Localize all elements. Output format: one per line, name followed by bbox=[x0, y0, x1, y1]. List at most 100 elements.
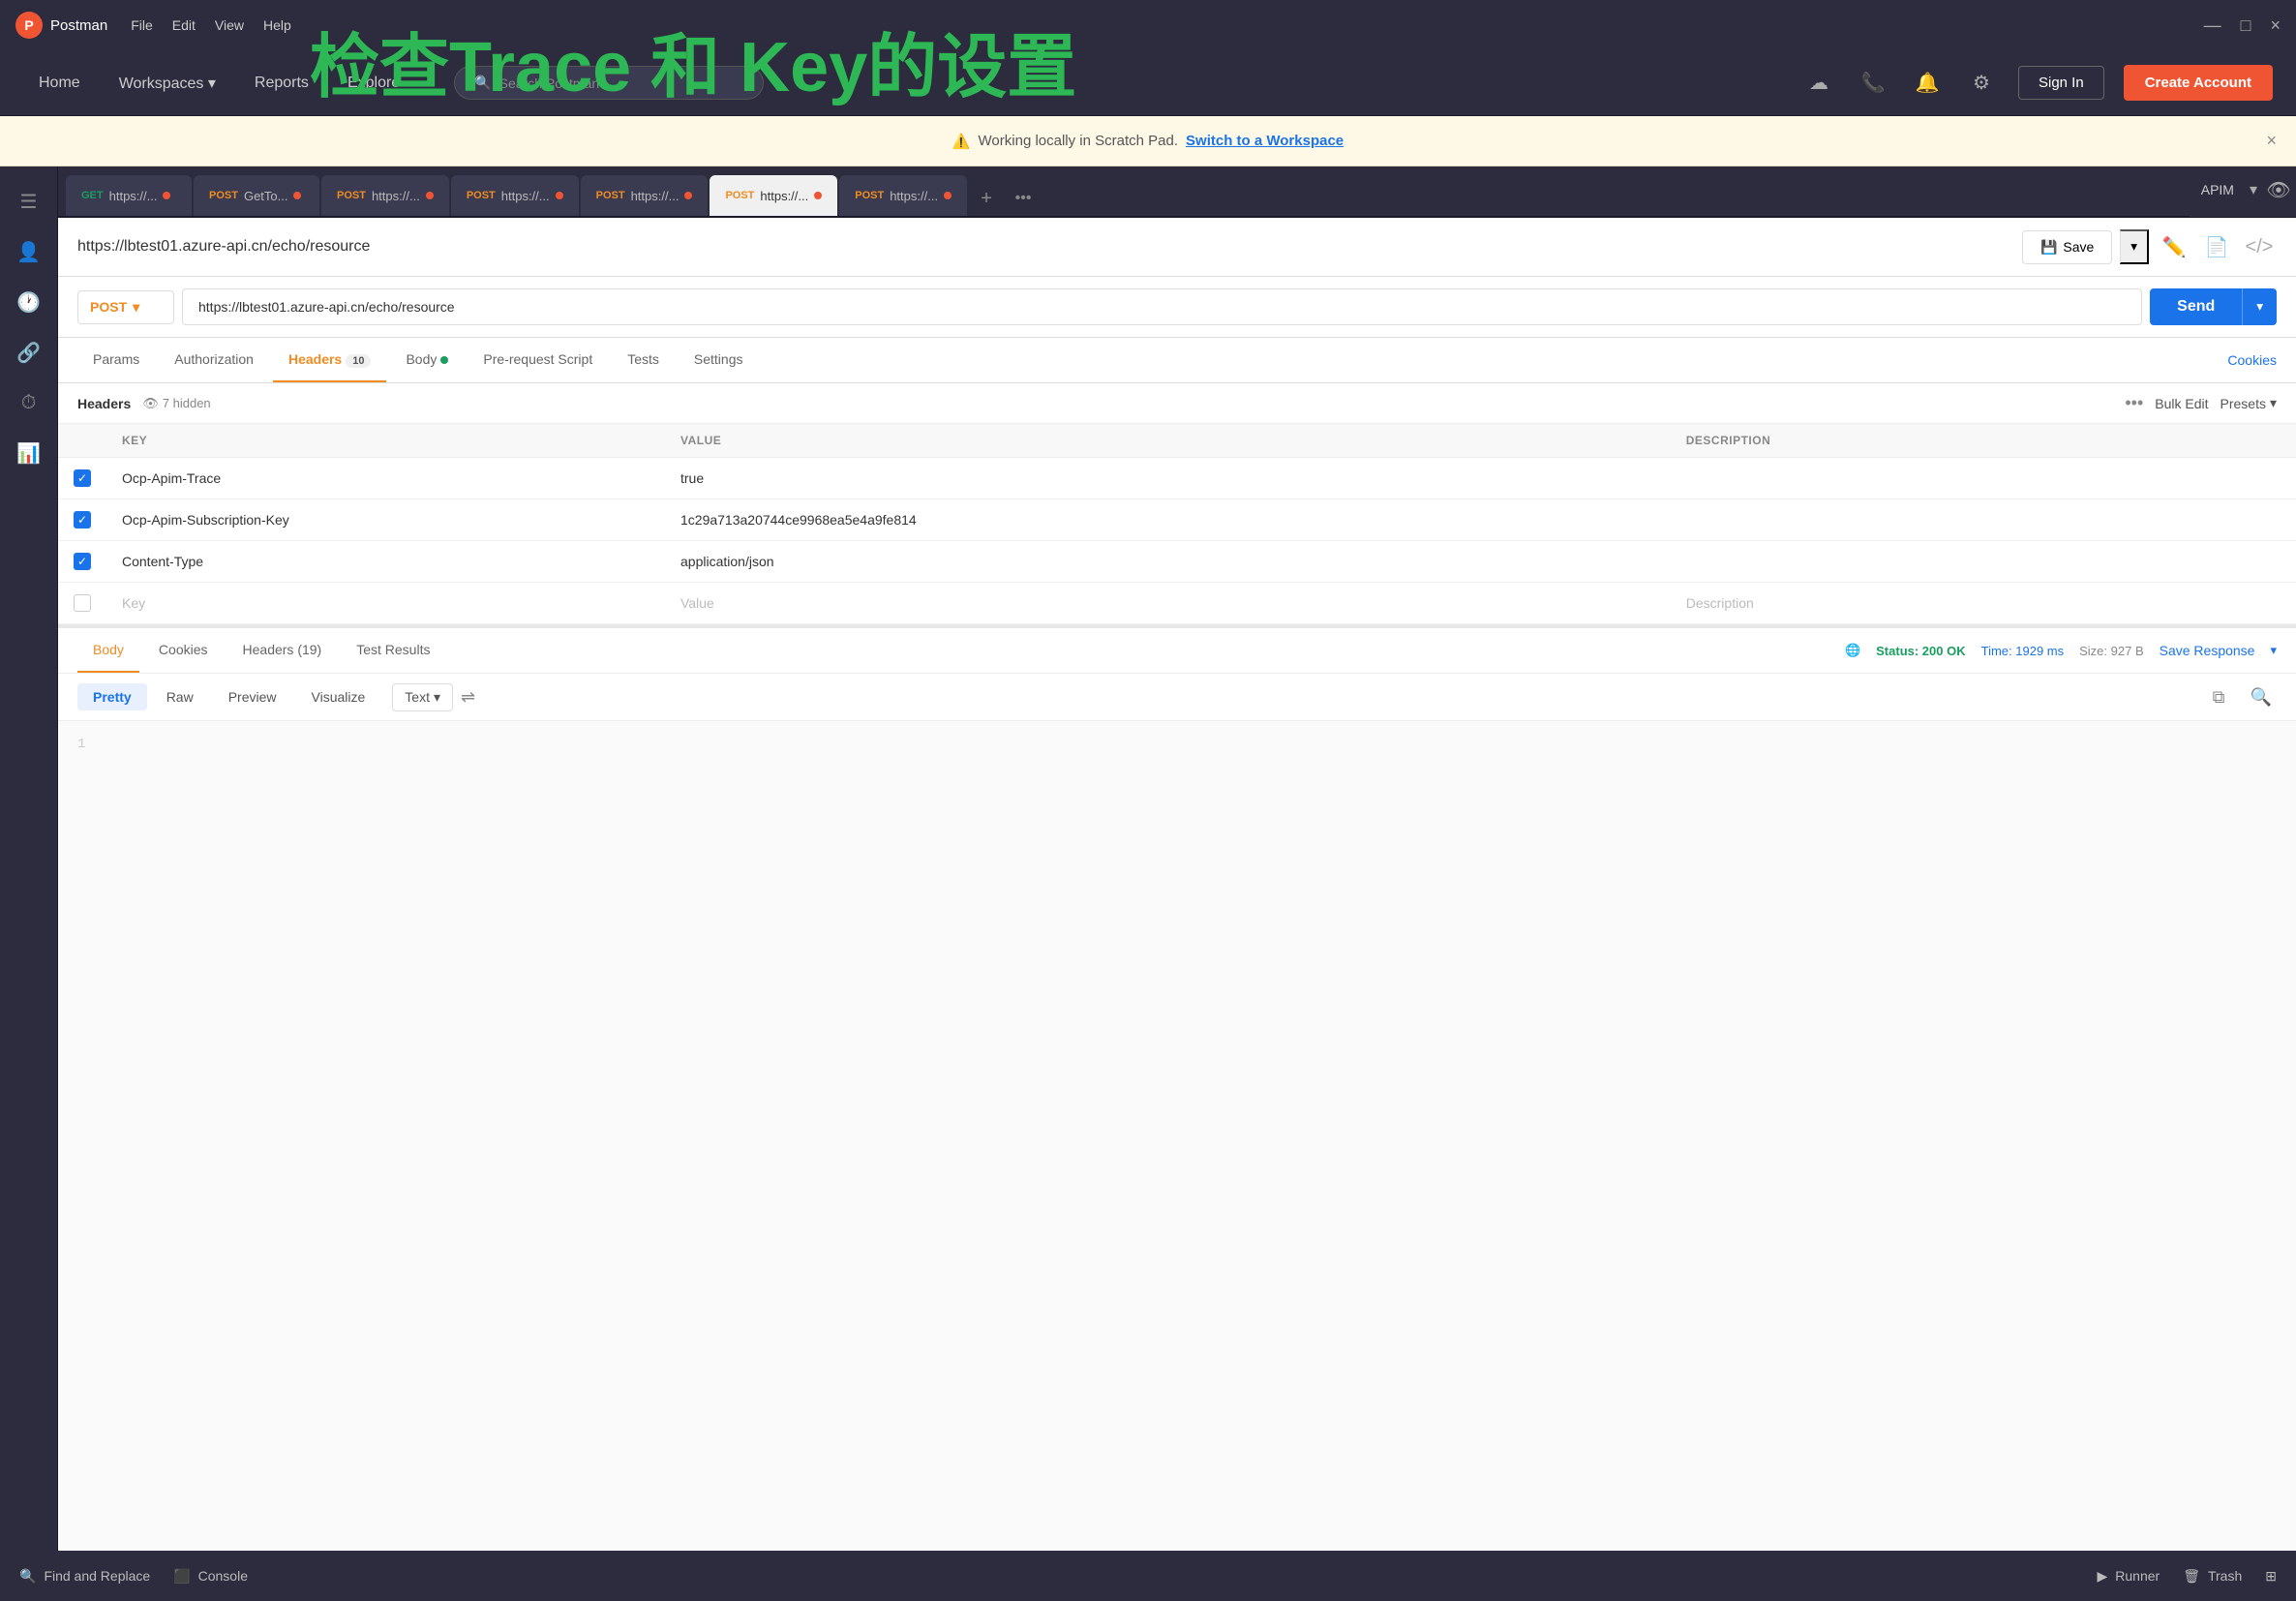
sidebar-environments-icon[interactable]: 👤 bbox=[6, 228, 52, 275]
find-replace-button[interactable]: 🔍 Find and Replace bbox=[19, 1568, 150, 1585]
row-desc-2[interactable] bbox=[1671, 541, 2296, 583]
row-desc-1[interactable] bbox=[1671, 499, 2296, 541]
sidebar-mocks-icon[interactable]: 🔗 bbox=[6, 329, 52, 376]
row-key-0[interactable]: Ocp-Apim-Trace bbox=[106, 458, 665, 499]
add-tab-button[interactable]: + bbox=[969, 181, 1004, 216]
save-response-dropdown[interactable]: ▾ bbox=[2270, 643, 2277, 658]
row-checkbox-3[interactable] bbox=[74, 594, 91, 612]
format-visualize[interactable]: Visualize bbox=[296, 683, 381, 710]
tab-0[interactable]: GET https://... bbox=[66, 175, 192, 216]
tab-params[interactable]: Params bbox=[77, 338, 155, 382]
bell-icon[interactable]: 🔔 bbox=[1910, 66, 1945, 101]
method-label: POST bbox=[90, 299, 127, 315]
response-tab-headers[interactable]: Headers (19) bbox=[227, 628, 338, 673]
maximize-button[interactable]: □ bbox=[2241, 15, 2251, 36]
url-input[interactable] bbox=[182, 288, 2142, 325]
cloud-icon[interactable]: ☁ bbox=[1801, 66, 1836, 101]
sidebar-flows-icon[interactable]: 📊 bbox=[6, 430, 52, 476]
response-tab-test-results[interactable]: Test Results bbox=[341, 628, 445, 673]
tab-pre-request[interactable]: Pre-request Script bbox=[468, 338, 608, 382]
sidebar-history-icon[interactable]: 🕐 bbox=[6, 279, 52, 325]
tab-1[interactable]: POST GetTo... bbox=[194, 175, 319, 216]
row-value-placeholder[interactable]: Value bbox=[665, 583, 1671, 624]
row-desc-placeholder[interactable]: Description bbox=[1671, 583, 2296, 624]
tab-url-4: https://... bbox=[631, 189, 680, 203]
sidebar-monitors-icon[interactable]: ⏱ bbox=[6, 379, 52, 426]
notification-close[interactable]: × bbox=[2266, 131, 2277, 151]
text-format-select[interactable]: Text ▾ bbox=[392, 683, 453, 711]
row-checkbox-2[interactable]: ✓ bbox=[74, 553, 91, 570]
send-button[interactable]: Send bbox=[2150, 288, 2242, 325]
tab-headers[interactable]: Headers10 bbox=[273, 338, 387, 382]
wrap-button[interactable]: ⇌ bbox=[461, 687, 475, 708]
tab-method-1: POST bbox=[209, 190, 238, 201]
edit-icon[interactable]: ✏️ bbox=[2157, 229, 2191, 264]
save-response-button[interactable]: Save Response bbox=[2160, 643, 2255, 658]
row-value-0[interactable]: true bbox=[665, 458, 1671, 499]
runner-button[interactable]: ▶ Runner bbox=[2098, 1568, 2160, 1585]
trash-button[interactable]: 🗑 Trash bbox=[2183, 1568, 2242, 1585]
menu-view[interactable]: View bbox=[215, 17, 244, 33]
tab-body[interactable]: Body bbox=[390, 338, 464, 382]
tab-5-active[interactable]: POST https://... bbox=[710, 175, 837, 216]
row-value-2[interactable]: application/json bbox=[665, 541, 1671, 583]
create-account-button[interactable]: Create Account bbox=[2124, 65, 2273, 101]
tab-authorization[interactable]: Authorization bbox=[159, 338, 269, 382]
layout-button[interactable]: ⊞ bbox=[2265, 1568, 2277, 1585]
row-key-placeholder[interactable]: Key bbox=[106, 583, 665, 624]
response-tab-cookies[interactable]: Cookies bbox=[143, 628, 224, 673]
format-pretty[interactable]: Pretty bbox=[77, 683, 147, 710]
response-tab-body[interactable]: Body bbox=[77, 628, 139, 673]
tab-tests[interactable]: Tests bbox=[612, 338, 675, 382]
method-select[interactable]: POST ▾ bbox=[77, 290, 174, 324]
doc-icon[interactable]: 📄 bbox=[2199, 229, 2234, 264]
nav-reports[interactable]: Reports bbox=[239, 67, 324, 100]
search-bar[interactable]: 🔍 Search Postman bbox=[454, 66, 764, 100]
row-value-1[interactable]: 1c29a713a20744ce9968ea5e4a9fe814 bbox=[665, 499, 1671, 541]
row-key-2[interactable]: Content-Type bbox=[106, 541, 665, 583]
find-replace-label: Find and Replace bbox=[44, 1568, 150, 1584]
save-button[interactable]: 💾 Save bbox=[2022, 230, 2112, 264]
code-icon[interactable]: </> bbox=[2242, 229, 2277, 264]
phone-icon[interactable]: 📞 bbox=[1856, 66, 1890, 101]
console-button[interactable]: ⬛ Console bbox=[173, 1568, 248, 1585]
send-dropdown-button[interactable]: ▾ bbox=[2242, 288, 2277, 325]
tab-3[interactable]: POST https://... bbox=[451, 175, 579, 216]
cookies-link[interactable]: Cookies bbox=[2227, 352, 2277, 368]
menu-file[interactable]: File bbox=[131, 17, 153, 33]
row-key-1[interactable]: Ocp-Apim-Subscription-Key bbox=[106, 499, 665, 541]
content-area: https://lbtest01.azure-api.cn/echo/resou… bbox=[58, 218, 2296, 1551]
view-toggle-icon[interactable]: 👁 bbox=[2261, 172, 2296, 207]
tab-4[interactable]: POST https://... bbox=[581, 175, 709, 216]
row-checkbox-0[interactable]: ✓ bbox=[74, 469, 91, 487]
sidebar-collections-icon[interactable]: ☰ bbox=[6, 178, 52, 225]
bulk-edit-button[interactable]: Bulk Edit bbox=[2155, 396, 2208, 411]
more-options-icon[interactable]: ••• bbox=[2125, 393, 2143, 413]
tab-method-3: POST bbox=[467, 190, 496, 201]
nav-explore[interactable]: Explore bbox=[332, 67, 415, 100]
row-checkbox-1[interactable]: ✓ bbox=[74, 511, 91, 529]
minimize-button[interactable]: — bbox=[2204, 15, 2221, 36]
collection-dropdown[interactable]: ▾ bbox=[2250, 180, 2257, 199]
menu-edit[interactable]: Edit bbox=[172, 17, 196, 33]
nav-workspaces[interactable]: Workspaces ▾ bbox=[104, 66, 231, 101]
tab-6[interactable]: POST https://... bbox=[839, 175, 967, 216]
row-desc-0[interactable] bbox=[1671, 458, 2296, 499]
titlebar-menu: File Edit View Help bbox=[131, 17, 291, 33]
format-preview[interactable]: Preview bbox=[213, 683, 292, 710]
nav-home[interactable]: Home bbox=[23, 67, 96, 100]
signin-button[interactable]: Sign In bbox=[2018, 66, 2104, 100]
gear-icon[interactable]: ⚙ bbox=[1964, 66, 1999, 101]
close-button[interactable]: × bbox=[2270, 15, 2281, 36]
save-dropdown-button[interactable]: ▾ bbox=[2120, 229, 2149, 264]
tab-2[interactable]: POST https://... bbox=[321, 175, 449, 216]
more-tabs-button[interactable]: ••• bbox=[1006, 181, 1041, 216]
menu-help[interactable]: Help bbox=[263, 17, 291, 33]
search-response-icon[interactable]: 🔍 bbox=[2246, 681, 2277, 712]
presets-button[interactable]: Presets ▾ bbox=[2220, 395, 2278, 411]
switch-workspace-link[interactable]: Switch to a Workspace bbox=[1186, 133, 1344, 149]
titlebar-controls: — □ × bbox=[2204, 15, 2281, 36]
tab-settings[interactable]: Settings bbox=[679, 338, 759, 382]
format-raw[interactable]: Raw bbox=[151, 683, 209, 710]
copy-icon[interactable]: ⧉ bbox=[2203, 681, 2234, 712]
